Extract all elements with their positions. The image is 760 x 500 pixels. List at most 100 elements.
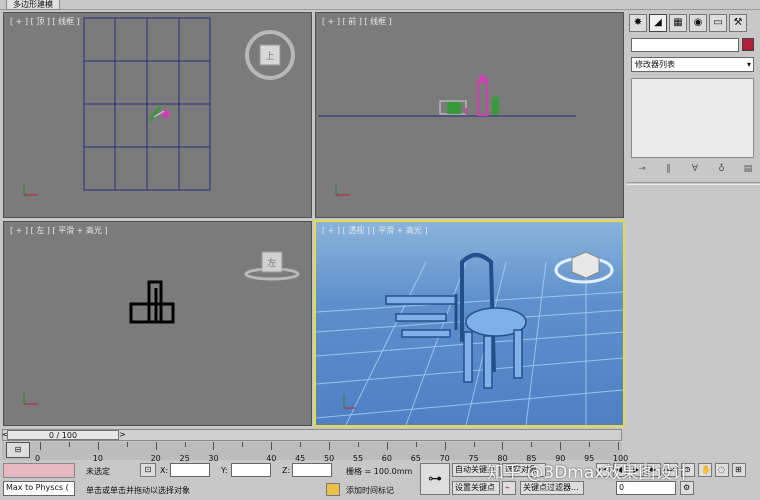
ribbon-tabstrip: 多边形建模: [0, 0, 760, 10]
chair-object-top[interactable]: [147, 106, 170, 122]
timeline-tick: [271, 442, 273, 450]
remove-modifier-icon[interactable]: ♁: [715, 164, 729, 176]
modify-icon[interactable]: ◢: [649, 14, 667, 32]
perspective-scene: [316, 251, 623, 425]
timeline-tick: [386, 442, 388, 450]
timeline-tick: [618, 442, 619, 450]
axis-tripod: [23, 392, 38, 405]
selection-lock-icon[interactable]: ⊡: [140, 463, 156, 477]
pan-icon[interactable]: ✋: [698, 463, 712, 477]
y-coordinate-field[interactable]: [231, 463, 271, 477]
modifier-stack[interactable]: [631, 78, 754, 158]
axis-tripod: [335, 183, 350, 196]
timeline-tick-label: 65: [410, 454, 421, 463]
motion-icon[interactable]: ◉: [689, 14, 707, 32]
timeline-tick: [68, 442, 70, 447]
timeline-tick-label: 45: [295, 454, 306, 463]
timeline-tick: [242, 442, 244, 447]
time-slider-knob[interactable]: 0 / 100: [7, 430, 119, 440]
timeline-tick-label: 30: [208, 454, 219, 463]
3dsmax-window: 多边形建模 上 [ + ] [ 顶 ] [线框] [+] [前] […: [0, 0, 760, 500]
divider: [627, 184, 760, 185]
timeline-tick-label: 70: [439, 454, 450, 463]
display-icon[interactable]: ▭: [709, 14, 727, 32]
configure-sets-icon[interactable]: ▤: [741, 164, 755, 176]
stack-controls: ⊸ ‖ ∀ ♁ ▤: [635, 164, 755, 176]
script-listener-field[interactable]: Max to Physcs (: [3, 481, 75, 496]
top-view-scene: 上: [23, 17, 295, 196]
add-time-tag[interactable]: 添加时间标记: [346, 485, 394, 496]
svg-text:上: 上: [265, 51, 274, 62]
timeline-tick: [40, 442, 41, 450]
timeline-tick-label: 50: [324, 454, 335, 463]
object-name-field[interactable]: [631, 38, 739, 52]
timeline-tick-label: 40: [266, 454, 277, 463]
next-frame-icon[interactable]: >: [119, 430, 126, 439]
viewcube-top[interactable]: 上: [245, 30, 295, 80]
viewport-label-perspective[interactable]: [ + ] [ 透视 ] [ 平滑 + 高光 ]: [322, 225, 428, 236]
modifier-list-dropdown[interactable]: 修改器列表 ▾: [631, 57, 754, 72]
command-panel-tabs: ✸ ◢ ▦ ◉ ▭ ⚒: [629, 14, 747, 32]
timeline-tick: [473, 442, 475, 447]
set-key-button[interactable]: 设置关键点: [452, 481, 500, 495]
timeline-tick-label: 55: [352, 454, 364, 463]
timeline-tick-label: 75: [468, 454, 479, 463]
modifier-list-label: 修改器列表: [635, 60, 675, 69]
viewport-top[interactable]: 上 [ + ] [ 顶 ] [ 线框 ]: [3, 12, 312, 218]
key-mode-icon[interactable]: ⌁: [502, 481, 516, 495]
viewport-label-left[interactable]: [ + ] [ 左 ] [ 平滑 + 高光 ]: [10, 225, 108, 236]
chevron-down-icon: ▾: [746, 60, 751, 69]
time-slider[interactable]: < 0 / 100 >: [2, 429, 622, 441]
front-view-scene: [318, 75, 576, 196]
maximize-viewport-icon[interactable]: ⊞: [732, 463, 746, 477]
timeline-tick: [155, 442, 157, 450]
hierarchy-icon[interactable]: ▦: [669, 14, 687, 32]
utilities-icon[interactable]: ⚒: [729, 14, 747, 32]
grid-spacing: 栅格 = 100.0mm: [346, 467, 413, 476]
z-coordinate-field[interactable]: [292, 463, 332, 477]
viewport-left[interactable]: 左 [ + ] [ 左 ] [ 平滑 + 高光 ]: [3, 221, 312, 426]
timeline-tick-label: 25: [179, 454, 190, 463]
key-icon[interactable]: ⊶: [420, 463, 450, 495]
chair-object-left[interactable]: [129, 280, 175, 324]
timeline-tick: [184, 442, 186, 447]
mini-curve-editor-icon[interactable]: ⊟: [6, 442, 30, 458]
orbit-icon[interactable]: ◌: [715, 463, 729, 477]
create-icon[interactable]: ✸: [629, 14, 647, 32]
timeline-tick: [560, 442, 562, 450]
make-unique-icon[interactable]: ∀: [688, 164, 702, 176]
x-label: X:: [160, 466, 169, 475]
timeline-tick-label: 0: [35, 454, 41, 463]
pin-stack-icon[interactable]: ⊸: [635, 164, 649, 176]
viewport-front[interactable]: [ + ] [ 前 ] [ 线框 ]: [315, 12, 624, 218]
timeline-tick-label: 20: [150, 454, 161, 463]
x-coordinate-field[interactable]: [170, 463, 210, 477]
chair-object-front[interactable]: [439, 75, 499, 116]
watermark-text: 知乎 @3Dmax效果图设计: [487, 463, 690, 483]
viewport-label-front[interactable]: [ + ] [ 前 ] [ 线框 ]: [322, 16, 392, 27]
timeline-tick: [444, 442, 446, 450]
timeline-tick-label: 60: [381, 454, 392, 463]
time-config-icon[interactable]: ⚙: [680, 481, 694, 495]
z-label: Z:: [282, 466, 291, 475]
left-view-scene: 左: [23, 251, 300, 405]
timeline-tick-label: 10: [92, 454, 103, 463]
viewport-label-top[interactable]: [ + ] [ 顶 ] [ 线框 ]: [10, 16, 80, 27]
home-grid: [83, 17, 211, 191]
timeline-tick: [415, 442, 417, 447]
viewport-perspective[interactable]: [ + ] [ 透视 ] [ 平滑 + 高光 ]: [314, 220, 625, 427]
y-label: Y:: [221, 466, 228, 475]
timeline-tick: [502, 442, 504, 450]
time-tag-icon[interactable]: [326, 483, 340, 496]
object-color-swatch[interactable]: [742, 38, 754, 51]
maxscript-mini-listener[interactable]: [3, 463, 75, 478]
key-filters-button[interactable]: 关键点过滤器...: [520, 481, 584, 495]
timeline-tick: [589, 442, 591, 447]
show-end-result-icon[interactable]: ‖: [662, 164, 676, 176]
tab-polygon-modeling[interactable]: 多边形建模: [6, 0, 60, 10]
prompt-line: 单击或单击并拖动以选择对象: [86, 486, 190, 495]
timeline-tick: [213, 442, 215, 450]
current-frame-field[interactable]: 0: [616, 481, 676, 495]
viewcube-perspective[interactable]: [554, 251, 614, 284]
viewcube-left[interactable]: 左: [244, 251, 300, 281]
